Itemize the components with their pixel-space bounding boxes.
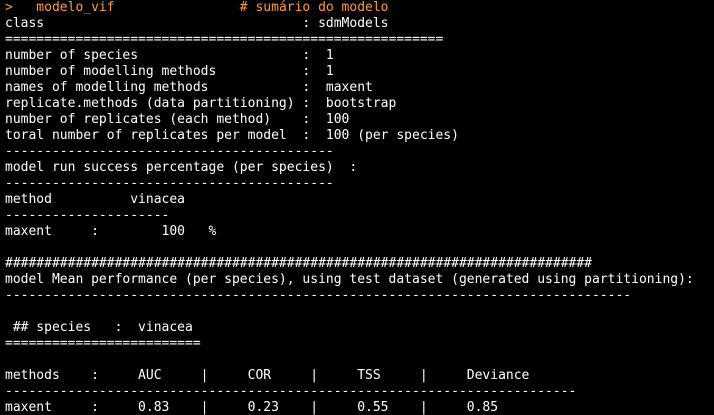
output-line-success-header: model run success percentage (per specie… [5, 160, 358, 175]
r-console-output[interactable]: > modelo_vif # sumário do modelo class :… [0, 0, 714, 415]
output-line-performance-header: model Mean performance (per species), us… [5, 272, 694, 287]
command-text: modelo_vif [12, 0, 115, 15]
output-separator: ----------------------------------------… [5, 176, 334, 191]
output-separator: ========================================… [5, 32, 444, 47]
output-line-method-names: names of modelling methods : maxent [5, 80, 373, 95]
output-line-metrics-header: methods : AUC | COR | TSS | Deviance [5, 368, 530, 383]
output-line-replicates: number of replicates (each method) : 100 [5, 112, 350, 127]
output-separator: --------------------- [5, 208, 170, 223]
output-blank-line [5, 304, 714, 320]
output-line-replicate-methods: replicate.methods (data partitioning) : … [5, 96, 397, 111]
output-line-success-row: maxent : 100 % [5, 224, 217, 239]
output-hash-separator: ########################################… [5, 256, 592, 271]
output-line-species-count: number of species : 1 [5, 48, 334, 63]
output-separator: ----------------------------------------… [5, 288, 632, 303]
output-line-species-name: ## species : vinacea [5, 320, 193, 335]
output-line-methods-count: number of modelling methods : 1 [5, 64, 334, 79]
output-separator: ========================= [5, 336, 201, 351]
prompt-symbol: > [5, 0, 13, 15]
command-comment: # sumário do modelo [114, 0, 389, 15]
output-blank-line [5, 240, 714, 256]
output-blank-line [5, 352, 714, 368]
command-line: > modelo_vif # sumário do modelo [5, 0, 714, 16]
output-separator: ----------------------------------------… [5, 384, 577, 399]
output-line-success-columns: method vinacea [5, 192, 186, 207]
output-separator: ----------------------------------------… [5, 144, 334, 159]
output-line-total-replicates: toral number of replicates per model : 1… [5, 128, 459, 143]
output-line-metrics-row: maxent : 0.83 | 0.23 | 0.55 | 0.85 [5, 400, 499, 415]
output-line-class: class : sdmModels [5, 16, 389, 31]
